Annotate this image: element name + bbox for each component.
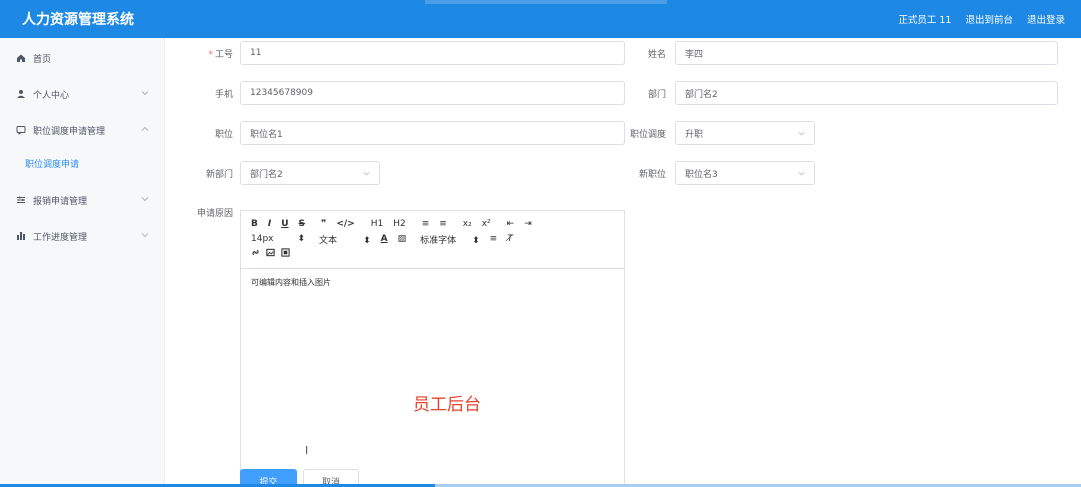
chevron-down-icon [798,171,805,176]
sidebar-item-work-progress[interactable]: 工作进度管理 [0,218,164,254]
sidebar-item-label: 职位调度申请管理 [33,126,106,137]
bar-chart-icon [15,231,27,241]
chevron-down-icon [798,131,805,136]
new-department-select[interactable]: 部门名2 [240,161,380,185]
employee-no-input[interactable]: 11 [240,41,625,65]
reason-label: 申请原因 [196,209,233,219]
user-label: 正式员工 11 [898,15,952,26]
text-cursor-icon: I [305,444,309,457]
sidebar-item-label: 个人中心 [33,90,70,101]
sidebar-item-label: 工作进度管理 [33,232,88,243]
chevron-down-icon [141,233,149,238]
subscript-button[interactable]: x₂ [463,219,472,229]
position-input[interactable]: 职位名1 [240,121,625,145]
sidebar-item-label: 报销申请管理 [33,196,88,207]
top-header: 人力资源管理系统 正式员工 11 退出到前台 退出登录 [0,0,1081,38]
editor-content[interactable]: 可编辑内容和插入图片 [241,269,624,296]
clear-format-button[interactable]: T̸ [507,234,513,244]
transfer-type-select[interactable]: 升职 [675,121,815,145]
editor-toolbar: B I U S ❞ </> H1 H2 ≡ ≡ x₂ x² ⇤ ⇥ 14px ⬍ … [241,211,624,269]
toolbar-row-insert [251,247,616,261]
sidebar-item-label: 首页 [33,54,52,65]
sidebar-item-reimbursement[interactable]: 报销申请管理 [0,182,164,218]
department-label: 部门 [647,90,666,100]
required-mark: * [208,50,213,60]
sidebar-item-transfer-management[interactable]: 职位调度申请管理 [0,112,164,148]
block-type-select[interactable]: 文本 ⬍ [319,233,371,246]
code-button[interactable]: </> [336,219,354,229]
back-to-frontend-link[interactable]: 退出到前台 [965,12,1013,26]
logout-link[interactable]: 退出登录 [1027,12,1065,26]
app-title: 人力资源管理系统 [22,12,134,28]
strike-button[interactable]: S [299,219,305,229]
outdent-button[interactable]: ⇤ [507,219,515,229]
rich-text-editor: B I U S ❞ </> H1 H2 ≡ ≡ x₂ x² ⇤ ⇥ 14px ⬍ … [240,210,625,487]
bold-button[interactable]: B [251,219,258,229]
department-input[interactable]: 部门名2 [675,81,1058,105]
new-position-value: 职位名3 [685,169,718,180]
new-position-select[interactable]: 职位名3 [675,161,815,185]
new-position-label: 新职位 [638,170,666,180]
chevron-up-icon [141,126,149,131]
name-input[interactable]: 李四 [675,41,1058,65]
phone-input[interactable]: 12345678909 [240,81,625,105]
employee-no-label: * 工号 [208,50,233,60]
new-department-value: 部门名2 [250,169,283,180]
chevron-down-icon [363,171,370,176]
header-actions: 正式员工 11 退出到前台 退出登录 [898,12,1065,26]
image-icon[interactable] [266,248,275,260]
sidebar-subitem-transfer-application[interactable]: 职位调度申请 [0,148,164,178]
indent-button[interactable]: ⇥ [524,219,532,229]
link-icon[interactable] [251,248,260,260]
superscript-button[interactable]: x² [482,219,491,229]
video-icon[interactable] [281,248,290,260]
h2-button[interactable]: H2 [393,219,406,229]
header-tab-indicator [425,0,667,4]
align-button[interactable]: ≡ [490,234,498,244]
sidebar: 首页 个人中心 职位调度申请管理 职位调度申请 报销申请管理 工作进度管理 [0,38,165,487]
ordered-list-button[interactable]: ≡ [422,219,430,229]
transfer-type-label: 职位调度 [629,130,666,140]
watermark-text: 员工后台 [413,395,481,415]
sliders-icon [15,195,27,205]
message-icon [15,125,27,135]
bullet-list-button[interactable]: ≡ [439,219,447,229]
transfer-type-value: 升职 [685,129,704,140]
main-content: * 工号 11 姓名 李四 手机 12345678909 部门 部门名2 职位 职… [165,38,1081,487]
italic-button[interactable]: I [268,219,271,229]
name-label: 姓名 [647,50,666,60]
font-family-select[interactable]: 标准字体 ⬍ [420,233,480,246]
chevron-down-icon [141,91,149,96]
sidebar-item-home[interactable]: 首页 [0,40,164,76]
font-color-button[interactable]: A [381,234,388,244]
phone-label: 手机 [214,90,233,100]
toolbar-row-style: 14px ⬍ 文本 ⬍ A ▨ 标准字体 ⬍ ≡ T̸ [251,232,616,246]
font-size-select[interactable]: 14px ⬍ [251,234,305,244]
h1-button[interactable]: H1 [371,219,384,229]
sidebar-item-profile[interactable]: 个人中心 [0,76,164,112]
underline-button[interactable]: U [281,219,288,229]
home-icon [15,53,27,63]
background-color-button[interactable]: ▨ [398,234,407,244]
position-label: 职位 [214,130,233,140]
chevron-down-icon [141,197,149,202]
user-icon [15,89,27,99]
toolbar-row-format: B I U S ❞ </> H1 H2 ≡ ≡ x₂ x² ⇤ ⇥ [251,217,616,231]
new-department-label: 新部门 [205,170,233,180]
blockquote-button[interactable]: ❞ [321,219,326,229]
